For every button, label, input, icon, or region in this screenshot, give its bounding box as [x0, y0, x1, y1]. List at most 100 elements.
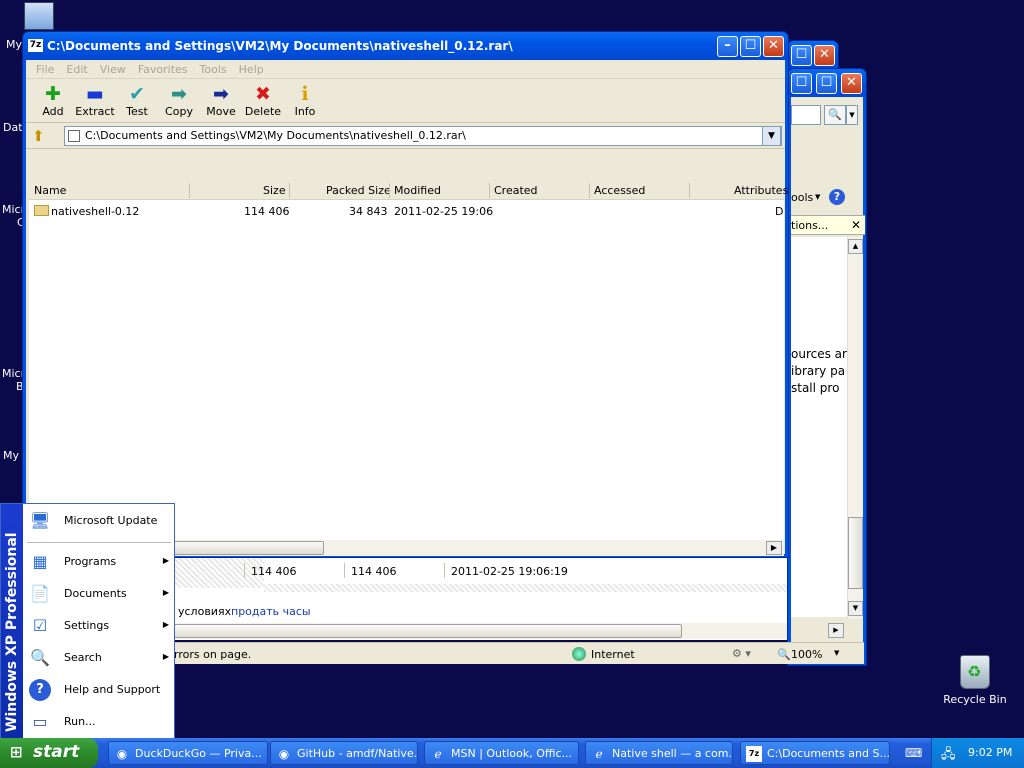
keyboard-icon[interactable]: ⌨: [905, 746, 922, 760]
recycle-bin[interactable]: Recycle Bin: [940, 655, 1010, 706]
help-icon[interactable]: ?: [829, 189, 845, 205]
table-row[interactable]: nativeshell-0.12 114 406 34 843 2011-02-…: [29, 202, 784, 220]
file-icon: [68, 130, 80, 142]
maximize-button[interactable]: ☐: [740, 36, 761, 57]
menu-help[interactable]: Help: [233, 60, 270, 78]
delete-icon: ✖: [255, 83, 271, 105]
menu-item-microsoft-update[interactable]: 🖥 Microsoft Update: [25, 506, 173, 536]
taskbar-button[interactable]: 7z C:\Documents and S...: [740, 741, 890, 765]
zoom-icon[interactable]: 🔍: [777, 648, 791, 661]
search-dropdown[interactable]: ▼: [846, 105, 858, 125]
maximize-button[interactable]: ☐: [791, 45, 812, 66]
my-computer-icon[interactable]: [24, 2, 54, 30]
menu-item-label: Search: [64, 651, 102, 664]
protected-mode-icon[interactable]: ⚙ ▾: [732, 647, 751, 660]
title-bar[interactable]: ✕ ☐: [788, 41, 838, 69]
move-button[interactable]: ➡ Move: [200, 79, 242, 122]
extract-label: Extract: [75, 105, 115, 118]
minimize-button[interactable]: –: [717, 36, 738, 57]
zoom-dropdown-icon[interactable]: ▼: [834, 649, 839, 657]
info-button[interactable]: i Info: [284, 79, 326, 122]
network-icon[interactable]: 🖧: [941, 745, 956, 767]
folder-up-icon[interactable]: ⬆: [32, 127, 50, 145]
row-modified: 2011-02-25 19:06: [394, 205, 494, 218]
scroll-thumb[interactable]: [174, 624, 682, 638]
delete-button[interactable]: ✖ Delete: [242, 79, 284, 122]
menu-file[interactable]: File: [30, 60, 60, 78]
desktop-icon-label[interactable]: Dat: [3, 121, 23, 134]
taskbar-button[interactable]: ◉ DuckDuckGo — Priva...: [108, 741, 268, 765]
add-button[interactable]: ✚ Add: [32, 79, 74, 122]
menu-item-label: Programs: [64, 555, 117, 568]
search-box[interactable]: [791, 105, 821, 125]
zoom-level[interactable]: 100%: [791, 648, 822, 661]
address-row: ⬆ C:\Documents and Settings\VM2\My Docum…: [26, 123, 785, 149]
menu-view[interactable]: View: [94, 60, 132, 78]
menu-favorites[interactable]: Favorites: [132, 60, 194, 78]
column-attributes[interactable]: Attributes: [734, 184, 788, 197]
horizontal-scrollbar[interactable]: [174, 623, 787, 639]
restore-button[interactable]: ☐: [816, 73, 837, 94]
close-button[interactable]: ✕: [763, 36, 784, 57]
system-tray: 🖧 9:02 PM: [931, 738, 1024, 768]
test-label: Test: [126, 105, 148, 118]
tools-dropdown-icon[interactable]: ▼: [815, 193, 820, 201]
info-bar-close-icon[interactable]: ✕: [851, 218, 861, 232]
ie-content: 🔍 ▼ ools ▼ ? tions... ✕ ources ar ibrary…: [791, 97, 865, 662]
scroll-thumb[interactable]: [848, 517, 863, 589]
desktop-icon-label[interactable]: My: [6, 38, 22, 51]
menu-edit[interactable]: Edit: [60, 60, 93, 78]
menu-item-programs[interactable]: ▦ Programs ▶: [25, 547, 173, 577]
title-bar[interactable]: ☐ ✕ ☐: [788, 69, 866, 97]
taskbar-button[interactable]: ◉ GitHub - amdf/Native...: [270, 741, 418, 765]
maximize-button[interactable]: ☐: [791, 73, 812, 94]
vertical-scrollbar[interactable]: ▲ ▼: [847, 237, 863, 619]
ie-window[interactable]: ☐ ✕ ☐ 🔍 ▼ ools ▼ ? tions... ✕ ources ar …: [787, 68, 867, 666]
address-field[interactable]: C:\Documents and Settings\VM2\My Documen…: [64, 126, 782, 146]
ie-scroll-right-arrow[interactable]: ▶: [828, 623, 844, 638]
copy-button[interactable]: ➡ Copy: [158, 79, 200, 122]
scroll-right-arrow[interactable]: ▶: [766, 541, 782, 555]
ie-statusbar: rrors on page. Internet ⚙ ▾ 🔍 100% ▼: [174, 642, 864, 664]
title-bar[interactable]: 7z C:\Documents and Settings\VM2\My Docu…: [23, 32, 788, 60]
column-accessed[interactable]: Accessed: [594, 184, 645, 197]
column-size[interactable]: Size: [263, 184, 286, 197]
taskbar-button-label: Native shell — a com...: [612, 747, 733, 760]
menu-item-settings[interactable]: ☑ Settings ▶: [25, 611, 173, 641]
menu-item-search[interactable]: 🔍 Search ▶: [25, 643, 173, 673]
windows-flag-icon: ⊞: [10, 743, 23, 761]
menu-tools[interactable]: Tools: [194, 60, 233, 78]
menu-item-documents[interactable]: 📄 Documents ▶: [25, 579, 173, 609]
test-button[interactable]: ✔ Test: [116, 79, 158, 122]
scroll-up-arrow[interactable]: ▲: [848, 239, 863, 254]
start-button[interactable]: ⊞ start: [0, 738, 98, 768]
scroll-down-arrow[interactable]: ▼: [848, 601, 863, 616]
column-created[interactable]: Created: [494, 184, 538, 197]
column-name[interactable]: Name: [34, 184, 66, 197]
add-label: Add: [42, 105, 64, 118]
taskbar-button[interactable]: ℯ Native shell — a com...: [585, 741, 733, 765]
menu-item-help-and-support[interactable]: ? Help and Support: [25, 675, 173, 705]
7zip-window[interactable]: 7z C:\Documents and Settings\VM2\My Docu…: [22, 31, 789, 578]
info-bar[interactable]: tions... ✕: [791, 215, 865, 235]
sell-watches-link[interactable]: продать часы: [231, 605, 311, 618]
clock[interactable]: 9:02 PM: [968, 746, 1012, 759]
ie-icon: ℯ: [595, 747, 603, 761]
submenu-arrow-icon: ▶: [162, 620, 169, 629]
globe-icon: [572, 647, 586, 661]
status-packed: 114 406: [351, 565, 397, 578]
address-dropdown-icon[interactable]: ▼: [762, 126, 781, 146]
7zip-app-icon: 7z: [28, 39, 43, 52]
page-text-prefix: условиях: [178, 605, 232, 618]
close-button[interactable]: ✕: [814, 45, 835, 66]
page-text-line: stall pro: [791, 381, 840, 395]
column-modified[interactable]: Modified: [394, 184, 441, 197]
extract-button[interactable]: ▬ Extract: [74, 79, 116, 122]
column-packed-size[interactable]: Packed Size: [326, 184, 391, 197]
close-button[interactable]: ✕: [841, 73, 862, 94]
search-go-button[interactable]: 🔍: [824, 105, 846, 125]
background-window-top[interactable]: ✕ ☐: [787, 40, 839, 70]
menu-item-run[interactable]: ▭ Run...: [25, 707, 173, 737]
taskbar-button[interactable]: ℯ MSN | Outlook, Offic...: [424, 741, 579, 765]
tools-menu[interactable]: ools: [791, 191, 813, 204]
